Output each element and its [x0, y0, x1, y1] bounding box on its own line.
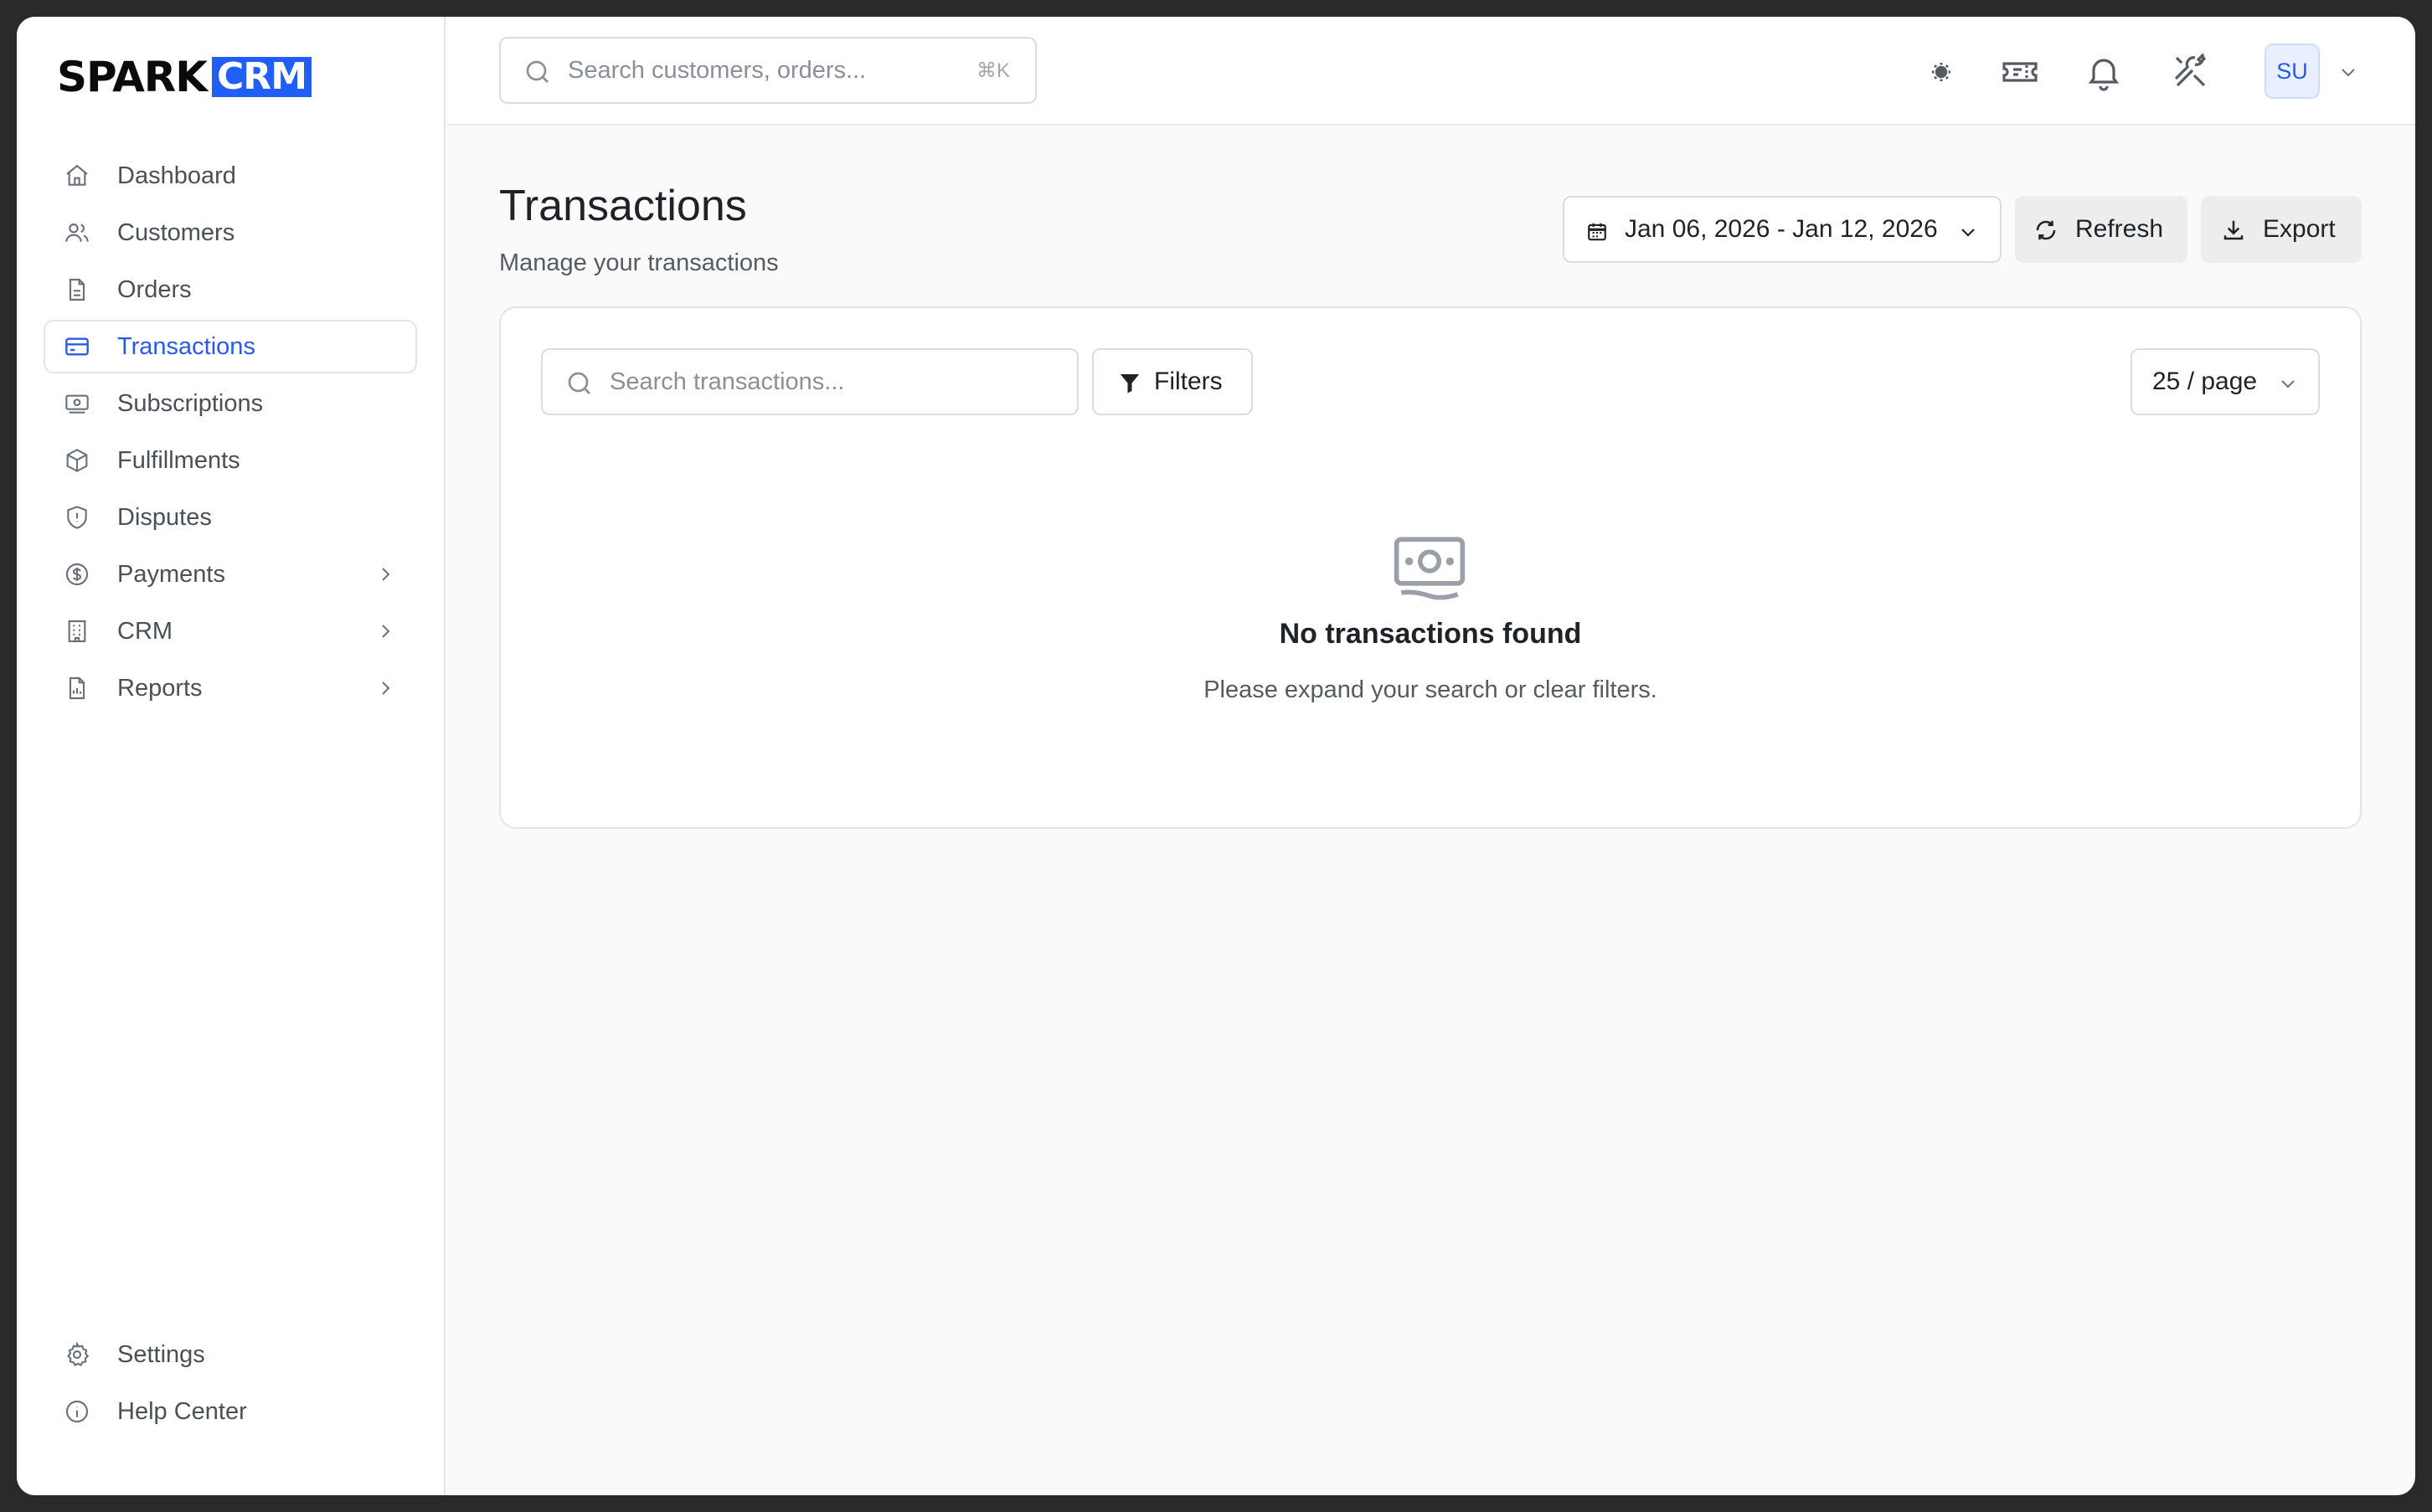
sidebar-item-label: Settings: [117, 1340, 205, 1368]
sidebar-item-label: Transactions: [117, 332, 255, 360]
building-icon: [68, 620, 86, 643]
banknote-icon: [65, 394, 89, 414]
sidebar-nav: Dashboard Customers Orders Transactions …: [44, 149, 417, 718]
sidebar-item-customers[interactable]: Customers: [44, 206, 417, 260]
refresh-button[interactable]: Refresh: [2015, 196, 2187, 263]
sidebar-item-dashboard[interactable]: Dashboard: [44, 149, 417, 203]
sun-icon[interactable]: [1921, 52, 1961, 92]
refresh-label: Refresh: [2075, 215, 2164, 243]
empty-state-subtitle: Please expand your search or clear filte…: [1203, 676, 1657, 703]
ticket-icon[interactable]: [2000, 52, 2040, 92]
avatar[interactable]: SU: [2265, 44, 2320, 99]
search-icon: [526, 60, 549, 83]
refresh-icon: [2036, 220, 2056, 240]
logo-spark: SPARK: [57, 53, 208, 101]
filters-button[interactable]: Filters: [1092, 348, 1253, 415]
users-icon: [65, 223, 89, 242]
filter-icon: [1120, 374, 1140, 393]
dollar-circle-icon: [65, 563, 89, 586]
tools-icon[interactable]: [2171, 52, 2211, 92]
date-range-picker[interactable]: Jan 06, 2026 - Jan 12, 2026: [1563, 196, 2002, 263]
global-search-input[interactable]: Search customers, orders... ⌘K: [499, 37, 1037, 104]
home-icon: [66, 164, 88, 186]
sidebar: SPARK CRM Dashboard Customers Orders Tra…: [17, 17, 446, 1495]
sidebar-item-label: Fulfillments: [117, 446, 240, 474]
sidebar-item-reports[interactable]: Reports: [44, 661, 417, 715]
avatar-initials: SU: [2276, 58, 2308, 84]
logo-crm: CRM: [212, 57, 312, 97]
sidebar-item-help-center[interactable]: Help Center: [44, 1385, 417, 1438]
sidebar-item-subscriptions[interactable]: Subscriptions: [44, 377, 417, 430]
report-file-icon: [69, 676, 85, 700]
chevron-right-icon: [382, 625, 390, 638]
sidebar-item-settings[interactable]: Settings: [44, 1328, 417, 1381]
search-placeholder: Search transactions...: [610, 368, 845, 395]
page-size-select[interactable]: 25 / page: [2131, 348, 2320, 415]
transactions-panel: Search transactions... Filters 25 / page…: [499, 306, 2362, 829]
info-icon: [65, 1400, 89, 1423]
sidebar-item-disputes[interactable]: Disputes: [44, 491, 417, 544]
page-size-value: 25 / page: [2152, 368, 2258, 395]
sidebar-bottom-nav: Settings Help Center: [44, 1328, 417, 1442]
sidebar-item-label: Payments: [117, 560, 225, 588]
bell-icon[interactable]: [2084, 52, 2124, 92]
page-title: Transactions: [499, 182, 747, 230]
filters-label: Filters: [1154, 368, 1223, 395]
transactions-search-input[interactable]: Search transactions...: [541, 348, 1079, 415]
sidebar-item-label: Disputes: [117, 503, 212, 531]
shield-icon: [67, 506, 87, 529]
page-subtitle: Manage your transactions: [499, 249, 779, 276]
sidebar-item-orders[interactable]: Orders: [44, 263, 417, 316]
chevron-down-icon: [2281, 380, 2295, 388]
search-placeholder: Search customers, orders...: [568, 56, 867, 84]
sidebar-item-label: CRM: [117, 617, 173, 645]
sidebar-item-label: Subscriptions: [117, 389, 264, 417]
sidebar-item-label: Help Center: [117, 1397, 247, 1425]
export-label: Export: [2263, 215, 2336, 243]
package-icon: [66, 449, 88, 472]
sidebar-item-payments[interactable]: Payments: [44, 548, 417, 601]
sidebar-item-label: Orders: [117, 275, 192, 303]
chevron-right-icon: [382, 681, 390, 695]
file-icon: [69, 278, 85, 301]
logo[interactable]: SPARK CRM: [57, 55, 312, 99]
credit-card-icon: [65, 337, 89, 356]
sidebar-item-transactions[interactable]: Transactions: [44, 320, 417, 373]
date-range-label: Jan 06, 2026 - Jan 12, 2026: [1625, 215, 1938, 243]
empty-state-title: No transactions found: [1279, 618, 1582, 650]
sidebar-item-fulfillments[interactable]: Fulfillments: [44, 434, 417, 487]
sidebar-item-label: Dashboard: [117, 162, 236, 189]
chevron-down-icon[interactable]: [2338, 62, 2358, 82]
banknote-icon: [1394, 537, 1466, 600]
chevron-down-icon: [1961, 229, 1975, 237]
sidebar-item-label: Customers: [117, 219, 235, 246]
download-icon: [2223, 220, 2244, 240]
gear-icon: [67, 1341, 90, 1366]
calendar-icon: [1588, 223, 1606, 241]
topbar: Search customers, orders... ⌘K SU: [447, 17, 2415, 126]
sidebar-item-crm[interactable]: CRM: [44, 604, 417, 658]
export-button[interactable]: Export: [2201, 196, 2362, 263]
search-icon: [568, 372, 590, 394]
app-window: SPARK CRM Dashboard Customers Orders Tra…: [17, 17, 2415, 1495]
sidebar-item-label: Reports: [117, 674, 203, 702]
chevron-right-icon: [382, 568, 390, 581]
keyboard-shortcut: ⌘K: [976, 59, 1010, 82]
